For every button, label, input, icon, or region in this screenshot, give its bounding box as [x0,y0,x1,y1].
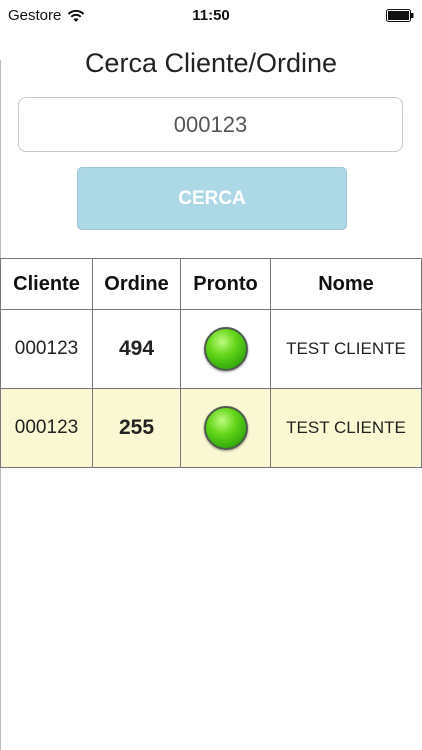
cell-ordine: 494 [92,309,181,389]
status-bar: Gestore 11:50 [0,0,422,32]
status-time: 11:50 [192,7,230,24]
green-led-icon [203,327,248,371]
cell-cliente: 000123 [0,388,93,468]
table-row[interactable]: 000123 494 TEST CLIENTE [0,309,422,389]
table-row[interactable]: 000123 255 TEST CLIENTE [0,388,422,468]
green-led-icon [203,406,248,450]
battery-icon [386,9,414,22]
cell-cliente: 000123 [0,309,93,389]
cell-ordine: 255 [92,388,181,468]
header-cliente: Cliente [0,258,93,310]
table-header-row: Cliente Ordine Pronto Nome [0,258,422,310]
header-pronto: Pronto [180,258,271,310]
cell-nome: TEST CLIENTE [270,309,422,389]
results-table: Cliente Ordine Pronto Nome 000123 494 TE… [0,258,422,468]
cell-pronto [180,388,271,468]
cell-nome: TEST CLIENTE [270,388,422,468]
header-nome: Nome [270,258,422,310]
cell-pronto [180,309,271,389]
header-ordine: Ordine [92,258,181,310]
page-title: Cerca Cliente/Ordine [84,48,338,78]
search-input[interactable] [18,97,403,152]
search-button[interactable]: CERCA [77,167,347,230]
